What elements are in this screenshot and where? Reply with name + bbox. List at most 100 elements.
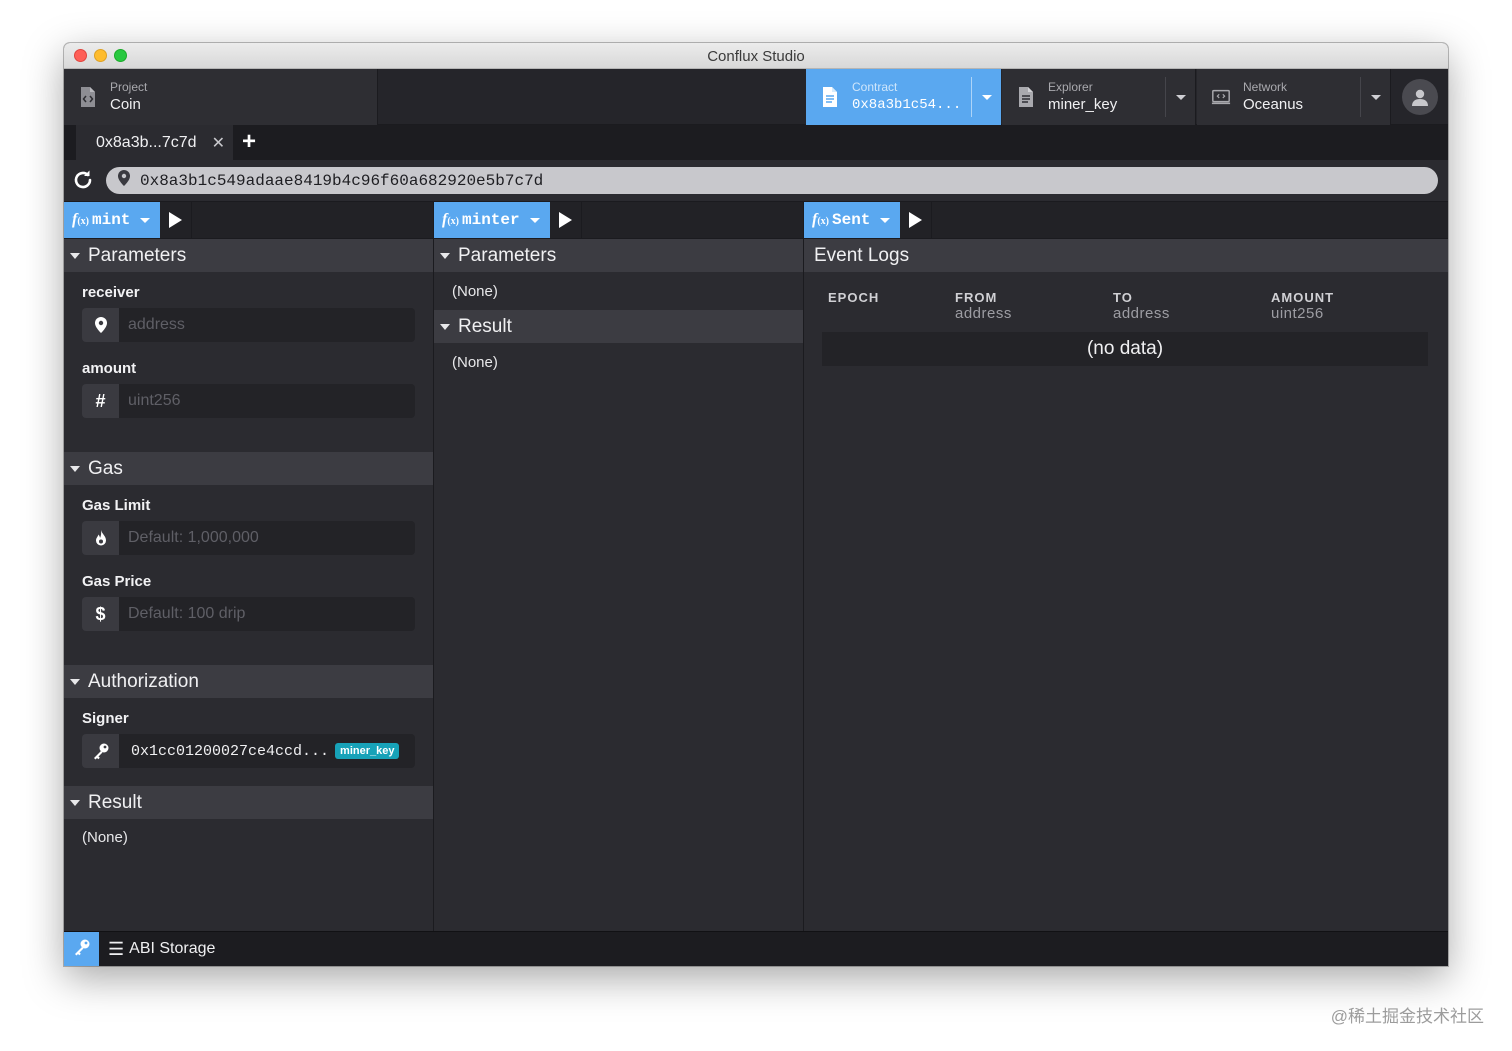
function-name: minter <box>462 211 520 229</box>
document-icon <box>820 85 840 109</box>
key-icon <box>73 938 91 961</box>
user-avatar-icon[interactable] <box>1402 79 1438 115</box>
collapse-caret-icon <box>440 252 450 259</box>
play-icon <box>909 212 923 228</box>
gas-limit-label: Gas Limit <box>82 497 151 514</box>
execute-button[interactable] <box>900 202 933 238</box>
chevron-down-icon <box>1370 94 1381 100</box>
function-selector-minter[interactable]: f(x) minter <box>434 202 550 238</box>
event-logs-table: EPOCH FROM address TO address AMOUNT uin… <box>822 290 1428 366</box>
chevron-down-icon <box>1175 94 1186 100</box>
collapse-caret-icon <box>440 323 450 330</box>
gas-price-input[interactable] <box>119 597 415 631</box>
refresh-icon[interactable] <box>72 169 94 191</box>
signer-label: Signer <box>82 710 129 727</box>
network-icon <box>1211 85 1231 109</box>
map-pin-icon <box>82 308 119 342</box>
execute-button[interactable] <box>550 202 582 238</box>
parameters-header[interactable]: Parameters <box>64 239 433 272</box>
event-toolbar: f(x) Sent <box>804 202 1448 239</box>
function-icon: f(x) <box>72 211 89 228</box>
user-menu[interactable] <box>1392 69 1448 125</box>
network-dropdown-button[interactable] <box>1360 77 1390 117</box>
app-window: Conflux Studio Project Coin Contract 0x8… <box>64 43 1448 966</box>
dollar-icon: $ <box>82 597 119 631</box>
project-selector[interactable]: Project Coin <box>64 69 378 125</box>
collapse-caret-icon <box>70 465 80 472</box>
contract-selector[interactable]: Contract 0x8a3b1c54... <box>806 69 1001 125</box>
chevron-down-icon <box>981 94 992 100</box>
tab-contract[interactable]: 0x8a3b...7c7d ✕ <box>76 125 233 160</box>
top-navigation: Project Coin Contract 0x8a3b1c54... Expl… <box>64 69 1448 125</box>
column-epoch: EPOCH <box>828 290 880 305</box>
receiver-label: receiver <box>82 284 140 301</box>
function-toolbar: f(x) mint <box>64 202 433 239</box>
function-icon: f(x) <box>442 211 459 228</box>
chevron-down-icon <box>140 217 151 223</box>
collapse-caret-icon <box>70 678 80 685</box>
signer-address: 0x1cc01200027ce4ccd... <box>131 742 330 760</box>
new-tab-button[interactable]: + <box>242 129 256 155</box>
empty-state: (no data) <box>822 332 1428 366</box>
function-panel-mint: f(x) mint Parameters receiver amount # <box>64 202 434 931</box>
network-name: Oceanus <box>1243 95 1304 113</box>
title-bar: Conflux Studio <box>64 43 1448 69</box>
explorer-selector[interactable]: Explorer miner_key <box>1002 69 1196 125</box>
tab-label: 0x8a3b...7c7d <box>96 133 197 151</box>
result-header[interactable]: Result <box>434 310 803 343</box>
watermark: @稀土掘金技术社区 <box>1330 1007 1484 1026</box>
hash-icon: # <box>82 384 119 418</box>
gas-limit-input[interactable] <box>119 521 415 555</box>
close-icon[interactable]: ✕ <box>212 133 225 153</box>
abi-storage-label: ABI Storage <box>129 940 216 957</box>
event-logs-header: Event Logs <box>804 239 1448 272</box>
contract-dropdown-button[interactable] <box>971 77 1001 117</box>
result-header[interactable]: Result <box>64 786 433 819</box>
code-file-icon <box>78 85 98 109</box>
function-selector-mint[interactable]: f(x) mint <box>64 202 161 238</box>
abi-storage-button[interactable]: ☰ ABI Storage <box>108 939 215 960</box>
function-icon: f(x) <box>812 211 829 228</box>
parameters-header[interactable]: Parameters <box>434 239 803 272</box>
network-selector[interactable]: Network Oceanus <box>1197 69 1391 125</box>
play-icon <box>558 212 572 228</box>
gas-price-label: Gas Price <box>82 573 152 590</box>
execute-button[interactable] <box>160 202 193 238</box>
function-name: mint <box>92 211 131 229</box>
flame-icon <box>82 521 119 555</box>
contract-caption: Contract <box>852 79 898 94</box>
signer-select[interactable]: 0x1cc01200027ce4ccd... miner_key <box>119 734 415 768</box>
function-toolbar: f(x) minter <box>434 202 803 239</box>
explorer-caption: Explorer <box>1048 79 1093 94</box>
column-to: TO address <box>1113 290 1170 322</box>
authorization-section: Signer 0x1cc01200027ce4ccd... miner_key <box>64 698 433 784</box>
address-input[interactable]: 0x8a3b1c549adaae8419b4c96f60a682920e5b7c… <box>106 167 1438 194</box>
event-panel-sent: f(x) Sent Event Logs EPOCH FROM address <box>804 202 1448 931</box>
function-panel-minter: f(x) minter Parameters (None) Result (No… <box>434 202 804 931</box>
amount-input[interactable] <box>119 384 415 418</box>
event-name: Sent <box>832 211 871 229</box>
list-icon: ☰ <box>108 938 125 959</box>
result-value: (None) <box>452 354 498 371</box>
gas-header[interactable]: Gas <box>64 452 433 485</box>
receiver-input[interactable] <box>119 308 415 342</box>
key-manager-button[interactable] <box>64 932 99 966</box>
project-caption: Project <box>110 79 148 94</box>
column-from: FROM address <box>955 290 1012 322</box>
chevron-down-icon <box>529 217 540 223</box>
event-selector-sent[interactable]: f(x) Sent <box>804 202 901 238</box>
status-bar: ☰ ABI Storage <box>64 931 1448 966</box>
amount-label: amount <box>82 360 137 377</box>
collapse-caret-icon <box>70 252 80 259</box>
gas-section: Gas Limit Gas Price $ <box>64 485 433 665</box>
table-header: EPOCH FROM address TO address AMOUNT uin… <box>822 290 1428 332</box>
map-pin-icon <box>118 170 130 191</box>
project-name: Coin <box>110 95 141 113</box>
network-caption: Network <box>1243 79 1288 94</box>
authorization-header[interactable]: Authorization <box>64 665 433 698</box>
explorer-dropdown-button[interactable] <box>1165 77 1195 117</box>
address-value: 0x8a3b1c549adaae8419b4c96f60a682920e5b7c… <box>140 171 544 190</box>
result-value: (None) <box>82 829 128 846</box>
signer-badge: miner_key <box>335 743 400 759</box>
window-title: Conflux Studio <box>707 48 805 65</box>
